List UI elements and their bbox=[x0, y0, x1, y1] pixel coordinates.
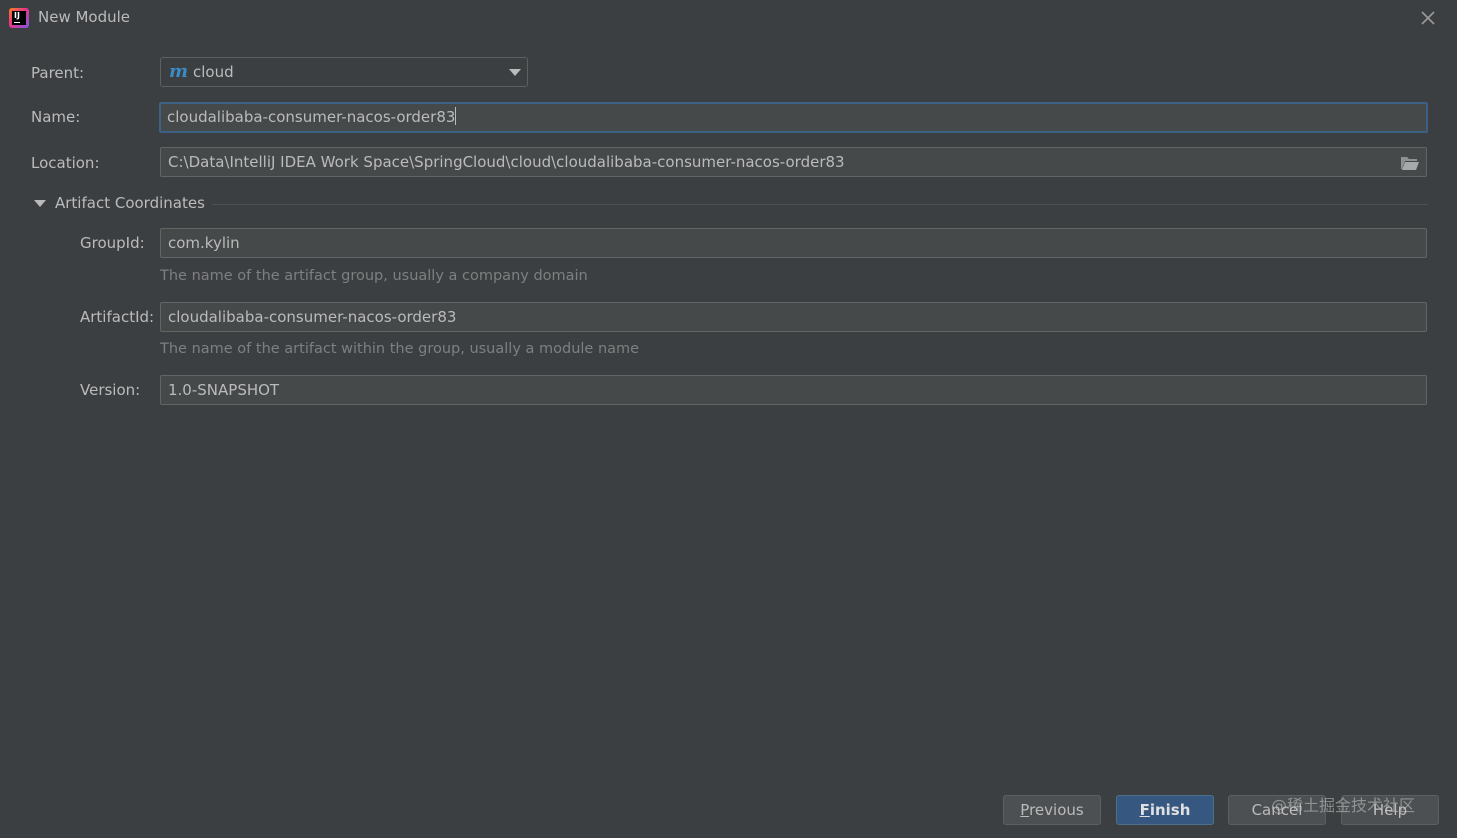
location-field[interactable]: C:\Data\IntelliJ IDEA Work Space\SpringC… bbox=[160, 147, 1427, 177]
name-field[interactable]: cloudalibaba-consumer-nacos-order83 bbox=[159, 102, 1428, 133]
previous-label-rest: revious bbox=[1029, 801, 1084, 819]
finish-mnemonic: F bbox=[1139, 801, 1150, 819]
previous-button[interactable]: Previous bbox=[1003, 795, 1101, 825]
folder-icon[interactable] bbox=[1400, 155, 1420, 171]
artifact-id-hint: The name of the artifact within the grou… bbox=[160, 341, 640, 357]
version-field[interactable]: 1.0-SNAPSHOT bbox=[160, 375, 1427, 405]
new-module-dialog: IJ New Module Parent: m cloud Name: clou… bbox=[0, 0, 1457, 838]
group-id-hint: The name of the artifact group, usually … bbox=[160, 268, 588, 284]
title-bar: IJ New Module bbox=[0, 0, 1457, 36]
section-title[interactable]: Artifact Coordinates bbox=[55, 194, 205, 212]
artifact-coordinates-section: Artifact Coordinates bbox=[34, 194, 1428, 214]
artifact-id-label: ArtifactId: bbox=[80, 308, 155, 326]
location-label: Location: bbox=[31, 154, 100, 172]
previous-mnemonic: P bbox=[1020, 801, 1030, 819]
cancel-label: Cancel bbox=[1251, 801, 1303, 819]
maven-module-icon: m bbox=[169, 61, 189, 82]
artifact-id-field[interactable]: cloudalibaba-consumer-nacos-order83 bbox=[160, 302, 1427, 332]
group-id-field[interactable]: com.kylin bbox=[160, 228, 1427, 258]
close-icon[interactable] bbox=[1419, 9, 1437, 27]
chevron-down-icon bbox=[509, 69, 521, 76]
parent-value: cloud bbox=[193, 63, 234, 81]
name-value: cloudalibaba-consumer-nacos-order83 bbox=[167, 108, 456, 126]
parent-label: Parent: bbox=[31, 64, 85, 82]
parent-dropdown[interactable]: m cloud bbox=[160, 57, 528, 87]
section-divider bbox=[212, 204, 1428, 205]
artifact-id-value: cloudalibaba-consumer-nacos-order83 bbox=[168, 308, 457, 326]
collapse-triangle-icon[interactable] bbox=[34, 200, 46, 207]
finish-button[interactable]: Finish bbox=[1116, 795, 1214, 825]
group-id-label: GroupId: bbox=[80, 234, 145, 252]
name-label: Name: bbox=[31, 108, 81, 126]
finish-label-rest: inish bbox=[1149, 801, 1191, 819]
window-title: New Module bbox=[38, 8, 131, 26]
cancel-button[interactable]: Cancel bbox=[1228, 795, 1326, 825]
intellij-idea-icon: IJ bbox=[9, 8, 29, 28]
location-value: C:\Data\IntelliJ IDEA Work Space\SpringC… bbox=[168, 153, 845, 171]
group-id-value: com.kylin bbox=[168, 234, 240, 252]
version-value: 1.0-SNAPSHOT bbox=[168, 381, 280, 399]
help-button[interactable]: Help bbox=[1341, 795, 1439, 825]
help-label: Help bbox=[1372, 801, 1408, 819]
text-caret bbox=[455, 107, 457, 125]
version-label: Version: bbox=[80, 381, 141, 399]
